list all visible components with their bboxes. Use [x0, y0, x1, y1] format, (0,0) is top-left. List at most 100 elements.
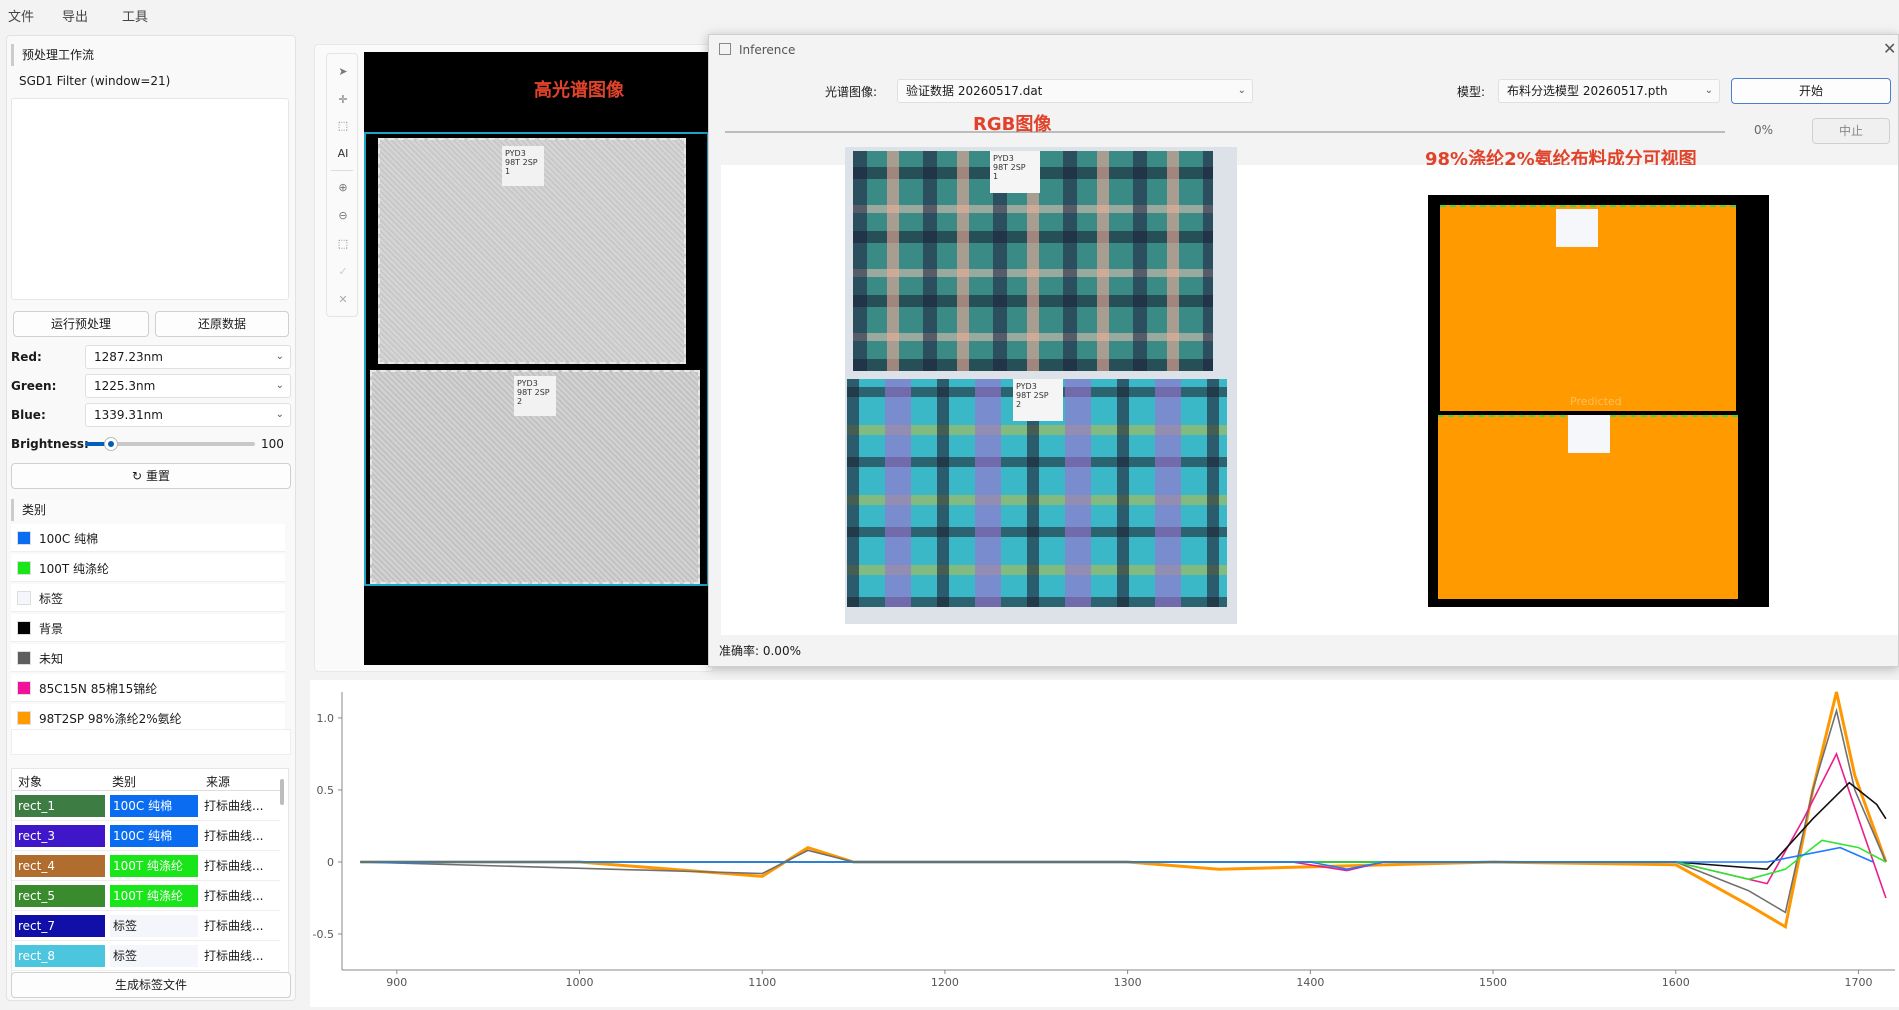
object-cell: rect_4: [15, 855, 105, 877]
rect-select-icon[interactable]: ⬚: [333, 116, 353, 136]
restore-data-button[interactable]: 还原数据: [155, 311, 289, 337]
category-item[interactable]: 98T2SP 98%涤纶2%氨纶: [11, 704, 285, 732]
crosshair-icon[interactable]: ✛: [333, 90, 353, 110]
progress-bar: [725, 131, 1725, 133]
source-cell: 打标曲线...: [204, 859, 264, 873]
dialog-titlebar: Inference ✕: [709, 35, 1898, 65]
spectrum-series-line: [360, 691, 1888, 930]
pointer-icon[interactable]: ➤: [333, 62, 353, 82]
x-tick-label: 1100: [748, 976, 776, 989]
category-label: 85C15N 85棉15锦纶: [39, 682, 158, 696]
left-panel: 预处理工作流 SGD1 Filter (window=21) 运行预处理 还原数…: [6, 35, 296, 1001]
dialog-title: Inference: [739, 43, 796, 57]
workflow-item[interactable]: SGD1 Filter (window=21): [19, 74, 289, 90]
table-row[interactable]: rect_5 100T 纯涤纶 打标曲线...: [12, 881, 280, 911]
brightness-label: Brightness:: [11, 437, 89, 451]
rgb-image[interactable]: PYD3 98T 2SP 1 PYD3 98T 2SP 2: [845, 147, 1237, 624]
category-item[interactable]: 100C 纯棉: [11, 524, 285, 552]
category-label: 100C 纯棉: [39, 532, 99, 546]
object-cell: rect_8: [15, 945, 105, 967]
category-color-swatch: [17, 681, 31, 695]
label-region-2: [1568, 415, 1610, 453]
classification-view[interactable]: Predicted: [1428, 195, 1769, 607]
table-header-object: 对象: [18, 775, 43, 789]
y-tick-label: 0.5: [317, 784, 335, 797]
object-cell: rect_3: [15, 825, 105, 847]
table-row[interactable]: rect_4 100T 纯涤纶 打标曲线...: [12, 851, 280, 881]
category-color-swatch: [17, 561, 31, 575]
spectral-image-value: 验证数据 20260517.dat: [906, 84, 1043, 98]
workflow-list[interactable]: [11, 98, 289, 300]
x-tick-label: 1300: [1114, 976, 1142, 989]
inference-dialog: Inference ✕ 光谱图像: 验证数据 20260517.dat ⌄ 模型:…: [708, 34, 1899, 667]
table-row[interactable]: rect_8 标签 打标曲线...: [12, 941, 280, 971]
close-icon[interactable]: ✕: [1883, 39, 1896, 58]
category-cell: 标签: [110, 945, 198, 967]
red-band-select[interactable]: 1287.23nm ⌄: [85, 345, 291, 369]
green-band-select[interactable]: 1225.3nm ⌄: [85, 374, 291, 398]
spectrum-series-line: [360, 751, 1887, 899]
x-tick-label: 1000: [566, 976, 594, 989]
model-select[interactable]: 布料分选模型 20260517.pth ⌄: [1498, 79, 1720, 103]
model-label: 模型:: [1457, 85, 1486, 99]
object-cell: rect_1: [15, 795, 105, 817]
chevron-down-icon: ⌄: [275, 351, 284, 362]
spectrum-series-line: [360, 839, 1887, 881]
menu-export[interactable]: 导出: [62, 6, 88, 25]
brightness-slider[interactable]: [85, 437, 255, 451]
sample-tag-2: PYD3 98T 2SP 2: [514, 376, 556, 416]
source-cell: 打标曲线...: [204, 799, 264, 813]
generate-label-file-button[interactable]: 生成标签文件: [11, 972, 291, 998]
zoom-out-icon[interactable]: ⊖: [333, 206, 353, 226]
ai-icon[interactable]: AI: [333, 144, 353, 164]
brightness-value: 100: [261, 437, 284, 451]
category-item[interactable]: 未知: [11, 644, 285, 672]
x-tick-label: 1600: [1662, 976, 1690, 989]
close-icon[interactable]: ✕: [333, 290, 353, 310]
reset-button[interactable]: ↻ 重置: [11, 463, 291, 489]
chevron-down-icon: ⌄: [275, 409, 284, 420]
spectrum-series-line: [360, 781, 1887, 871]
run-preprocess-button[interactable]: 运行预处理: [13, 311, 149, 337]
zoom-in-icon[interactable]: ⊕: [333, 178, 353, 198]
y-tick-label: 0: [327, 856, 334, 869]
y-tick-label: -0.5: [313, 928, 334, 941]
spectral-chart[interactable]: 900 1000 1100 1200 1300 1400 1500 1600 1700 1.0 0.…: [310, 680, 1899, 1007]
predicted-watermark: Predicted: [1570, 395, 1622, 408]
category-color-swatch: [17, 651, 31, 665]
spectral-image-select[interactable]: 验证数据 20260517.dat ⌄: [897, 79, 1253, 103]
rgb-sample-tag-2: PYD3 98T 2SP 2: [1013, 379, 1063, 421]
table-row[interactable]: rect_1 100C 纯棉 打标曲线...: [12, 791, 280, 821]
toolbar-divider: [331, 170, 353, 171]
hyperspectral-image[interactable]: 高光谱图像 PYD3 98T 2SP 1 PYD3 98T 2SP 2: [364, 52, 709, 665]
category-cell: 标签: [110, 915, 198, 937]
source-cell: 打标曲线...: [204, 949, 264, 963]
category-item[interactable]: 100T 纯涤纶: [11, 554, 285, 582]
menu-file[interactable]: 文件: [8, 6, 34, 25]
category-color-swatch: [17, 711, 31, 725]
table-row[interactable]: rect_7 标签 打标曲线...: [12, 911, 280, 941]
blue-band-select[interactable]: 1339.31nm ⌄: [85, 403, 291, 427]
category-item[interactable]: 背景: [11, 614, 285, 642]
fit-icon[interactable]: ⬚: [333, 234, 353, 254]
start-button[interactable]: 开始: [1731, 78, 1891, 104]
source-cell: 打标曲线...: [204, 919, 264, 933]
blue-band-value: 1339.31nm: [94, 408, 163, 422]
chevron-down-icon: ⌄: [1237, 85, 1246, 96]
check-icon[interactable]: ✓: [333, 262, 353, 282]
category-label: 未知: [39, 652, 64, 666]
category-label: 背景: [39, 622, 64, 636]
y-tick-label: 1.0: [317, 712, 335, 725]
spectral-chart-svg: 900 1000 1100 1200 1300 1400 1500 1600 1700 1.0 0.…: [313, 691, 1895, 989]
x-tick-label: 1500: [1479, 976, 1507, 989]
menu-tools[interactable]: 工具: [122, 6, 148, 25]
category-item[interactable]: 标签: [11, 584, 285, 612]
table-row[interactable]: rect_3 100C 纯棉 打标曲线...: [12, 821, 280, 851]
stop-button[interactable]: 中止: [1812, 118, 1890, 144]
category-item[interactable]: 85C15N 85棉15锦纶: [11, 674, 285, 702]
brightness-slider-handle[interactable]: [103, 437, 118, 451]
object-cell: rect_7: [15, 915, 105, 937]
chevron-down-icon: ⌄: [275, 380, 284, 391]
green-label: Green:: [11, 379, 57, 393]
table-scrollbar[interactable]: [280, 779, 284, 805]
